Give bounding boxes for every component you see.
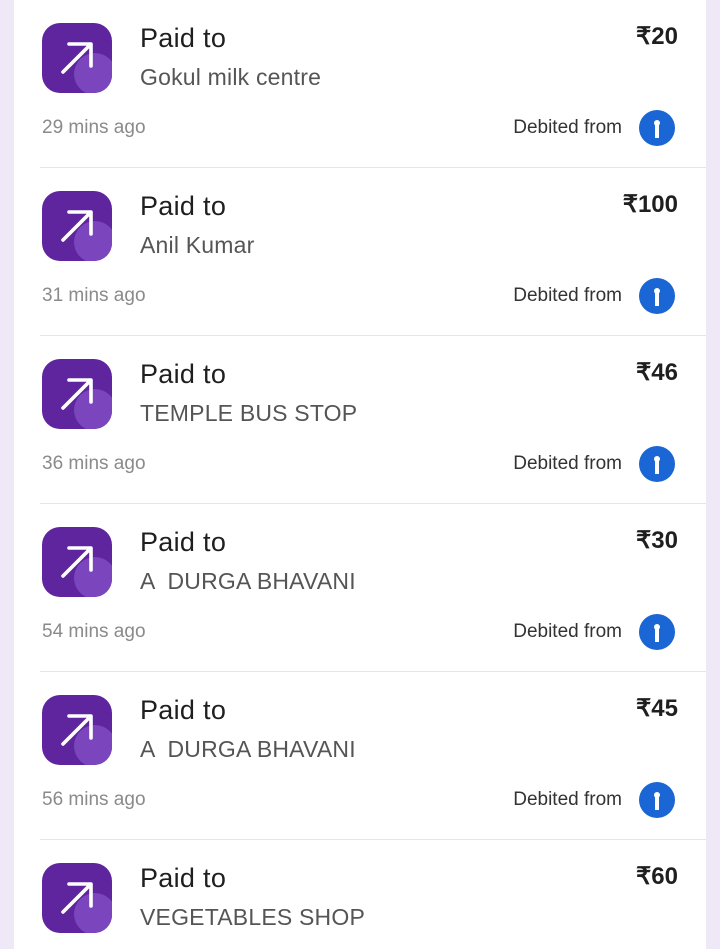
bank-logo-icon — [639, 110, 675, 146]
debited-from-label: Debited from — [513, 117, 622, 138]
transaction-amount: ₹30 — [636, 527, 678, 554]
debited-from-label: Debited from — [513, 453, 622, 474]
transaction-amount: ₹46 — [636, 359, 678, 386]
bank-logo-icon — [639, 278, 675, 314]
transaction-item[interactable]: Paid to VEGETABLES SHOP ₹60 — [14, 840, 706, 949]
transaction-time: 29 mins ago — [42, 117, 146, 138]
transaction-time: 31 mins ago — [42, 285, 146, 306]
transaction-time: 54 mins ago — [42, 621, 146, 642]
debited-from-label: Debited from — [513, 285, 622, 306]
paid-arrow-icon — [42, 863, 112, 933]
paid-arrow-icon — [42, 359, 112, 429]
transaction-item[interactable]: Paid to A DURGA BHAVANI ₹30 54 mins ago … — [14, 504, 706, 672]
transaction-list: Paid to Gokul milk centre ₹20 29 mins ag… — [14, 0, 706, 949]
payee-name: Gokul milk centre — [140, 64, 322, 90]
transaction-item[interactable]: Paid to TEMPLE BUS STOP ₹46 36 mins ago … — [14, 336, 706, 504]
payee-name: TEMPLE BUS STOP — [140, 400, 358, 426]
paid-arrow-icon — [42, 191, 112, 261]
transaction-title: Paid to — [140, 527, 227, 557]
transaction-item[interactable]: Paid to Gokul milk centre ₹20 29 mins ag… — [14, 0, 706, 168]
transaction-amount: ₹20 — [636, 23, 678, 50]
bank-logo-icon — [639, 614, 675, 650]
transaction-time: 56 mins ago — [42, 789, 146, 810]
transaction-time: 36 mins ago — [42, 453, 146, 474]
transaction-title: Paid to — [140, 23, 227, 53]
bank-logo-icon — [639, 446, 675, 482]
debited-from-label: Debited from — [513, 789, 622, 810]
transaction-title: Paid to — [140, 863, 227, 893]
transaction-amount: ₹60 — [636, 863, 678, 890]
transaction-title: Paid to — [140, 191, 227, 221]
transaction-title: Paid to — [140, 695, 227, 725]
transaction-item[interactable]: Paid to A DURGA BHAVANI ₹45 56 mins ago … — [14, 672, 706, 840]
paid-arrow-icon — [42, 695, 112, 765]
transaction-amount: ₹100 — [622, 191, 678, 218]
paid-arrow-icon — [42, 527, 112, 597]
payee-name: A DURGA BHAVANI — [140, 568, 356, 594]
transaction-amount: ₹45 — [636, 695, 678, 722]
payee-name: Anil Kumar — [140, 232, 255, 258]
bank-logo-icon — [639, 782, 675, 818]
transaction-title: Paid to — [140, 359, 227, 389]
debited-from-label: Debited from — [513, 621, 622, 642]
payee-name: A DURGA BHAVANI — [140, 736, 356, 762]
paid-arrow-icon — [42, 23, 112, 93]
payee-name: VEGETABLES SHOP — [140, 904, 365, 930]
transaction-item[interactable]: Paid to Anil Kumar ₹100 31 mins ago Debi… — [14, 168, 706, 336]
